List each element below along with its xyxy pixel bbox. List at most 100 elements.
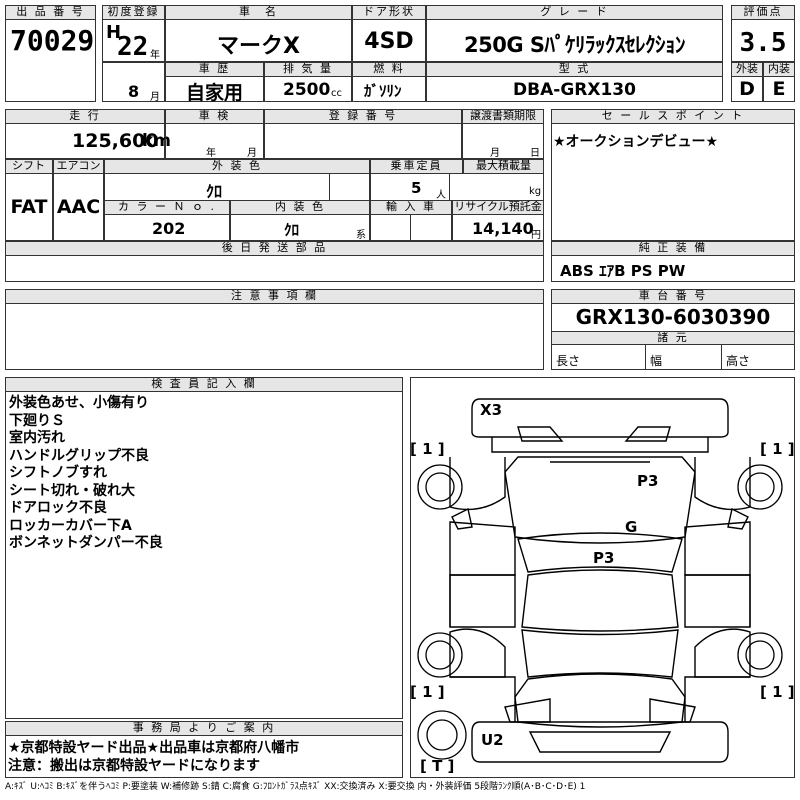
- overall-score: 3.5: [739, 28, 787, 58]
- office-notes-header: 事 務 局 よ り ご 案 内: [5, 721, 403, 736]
- inspector-note: ハンドルグリップ不良: [9, 447, 149, 464]
- chassis-number-header: 車 台 番 号: [551, 289, 795, 304]
- inspection-year-unit: 年: [206, 148, 216, 159]
- inspection-month-unit: 月: [247, 148, 257, 159]
- roof: [521, 569, 679, 632]
- inspector-note: ドアロック不良: [9, 500, 107, 516]
- rear-fender-right: [694, 628, 751, 678]
- registration-number-box: [264, 123, 462, 159]
- exterior-color-extra-box: [329, 173, 370, 201]
- tire-rear-right-rating: [ 1 ]: [760, 683, 795, 701]
- month-unit: 月: [150, 92, 160, 103]
- aircon-type: AAC: [56, 196, 101, 218]
- rear-plate-area: [528, 731, 672, 753]
- car-name-header: 車 名: [165, 5, 352, 20]
- wheel-rear-right: [737, 632, 783, 678]
- inspector-note: 室内汚れ: [9, 430, 65, 446]
- inspector-note: 外装色あせ、小傷有り: [9, 395, 149, 411]
- max-load-header: 最大積載量: [463, 159, 544, 174]
- office-note: 注意：搬出は京都特設ヤードになります: [8, 758, 260, 774]
- grade: 250G Sﾊﾟｹﾘﾗｯｸｽｾﾚｸｼｮﾝ: [463, 33, 686, 57]
- spare-hub: [426, 719, 458, 751]
- interior-color-box: [230, 214, 370, 241]
- transfer-day-unit: 日: [530, 148, 540, 159]
- exterior-color-header: 外 装 色: [104, 159, 370, 174]
- interior-color-unit: 系: [356, 230, 366, 241]
- displacement-unit: cc: [331, 88, 342, 99]
- headlight-right: [624, 426, 671, 442]
- door-type-header: ドア形状: [352, 5, 426, 20]
- aircon-header: エアコン: [53, 159, 104, 174]
- inspector-note: 下廻りＳ: [9, 412, 65, 429]
- taillight-right: [649, 698, 696, 723]
- inspector-note: シフトノブすれ: [9, 465, 107, 481]
- inspection-header: 車 検: [165, 109, 264, 124]
- inspector-note: シート切れ・破れ大: [9, 482, 135, 499]
- rear-fender-left: [449, 628, 506, 678]
- spare-tire-rating: [ T ]: [420, 757, 455, 775]
- registration-number-header: 登 録 番 号: [264, 109, 462, 124]
- front-door-right: [684, 521, 751, 576]
- capacity-header: 乗車定員: [370, 159, 463, 174]
- fuel-header: 燃 料: [352, 62, 426, 77]
- car-name: マークX: [217, 34, 300, 59]
- front-fender-left: [449, 457, 506, 511]
- tire-front-right-rating: [ 1 ]: [760, 440, 795, 458]
- office-note: ★京都特設ヤード出品★出品車は京都府八幡市: [8, 740, 300, 756]
- damage-mark-hood: P3: [637, 472, 659, 490]
- wheel-rear-left: [417, 632, 463, 678]
- lot-number-header: 出 品 番 号: [5, 5, 96, 20]
- recycle-fee: 14,140: [472, 219, 534, 238]
- shift-type: FAT: [10, 196, 48, 218]
- inspector-note: ロッカーカバー下A: [9, 517, 132, 534]
- damage-mark-roof: P3: [593, 549, 615, 567]
- height-label: 高さ: [726, 354, 751, 368]
- damage-legend: A:ｷｽﾞ U:ﾍｺﾐ B:ｷｽﾞを伴うﾍｺﾐ P:要塗装 W:補修跡 S:錆 …: [5, 782, 586, 792]
- caution-box: [5, 303, 544, 370]
- rear-bumper: [471, 721, 729, 763]
- door-type: 4SD: [364, 29, 414, 54]
- wheel-front-left: [417, 464, 463, 510]
- mileage-header: 走 行: [5, 109, 165, 124]
- genuine-equipment: ABS ｴｱB PS PW: [560, 262, 686, 280]
- caution-header: 注 意 事 項 欄: [5, 289, 544, 304]
- color-number: 202: [152, 219, 186, 238]
- import-box-right: [410, 214, 452, 241]
- max-load-unit: kg: [529, 186, 542, 197]
- sales-point-text: ★オークションデビュー★: [553, 134, 719, 150]
- front-fender-right: [694, 457, 751, 511]
- first-registration-year: 22: [117, 32, 149, 62]
- car-outline: [449, 398, 751, 763]
- width-label: 幅: [650, 354, 663, 368]
- rear-door-right: [684, 574, 751, 628]
- recycle-fee-unit: 円: [531, 230, 541, 241]
- shift-header: シフト: [5, 159, 53, 174]
- import-box-left: [370, 214, 411, 241]
- headlight-left: [517, 426, 564, 442]
- fuel-type: ｶﾞｿﾘﾝ: [364, 82, 402, 100]
- interior-color: ｸﾛ: [284, 221, 300, 239]
- office-notes-list: ★京都特設ヤード出品★出品車は京都府八幡市 注意：搬出は京都特設ヤードになります: [8, 739, 402, 775]
- damage-mark-rear: U2: [481, 731, 504, 749]
- front-grille: [491, 437, 709, 453]
- year-unit: 年: [150, 50, 160, 61]
- displacement-header: 排 気 量: [264, 62, 352, 77]
- quarter-left: [450, 676, 516, 722]
- damage-mark-front-bumper: X3: [480, 401, 503, 419]
- length-label: 長さ: [556, 354, 581, 368]
- capacity: 5: [411, 179, 422, 197]
- interior-color-header: 内 装 色: [230, 200, 370, 215]
- interior-score: E: [772, 78, 786, 100]
- genuine-equipment-header: 純 正 装 備: [551, 241, 795, 256]
- inspector-notes-list: 外装色あせ、小傷有り 下廻りＳ 室内汚れ ハンドルグリップ不良 シフトノブすれ …: [9, 395, 399, 553]
- chassis-number: GRX130-6030390: [575, 305, 771, 329]
- interior-score-header: 内装: [763, 62, 795, 77]
- hood: [504, 456, 696, 544]
- inspector-note: ボンネットダンパー不良: [9, 535, 163, 551]
- later-parts-box: [5, 255, 544, 282]
- spec-header: 諸 元: [551, 331, 795, 345]
- front-door-left: [449, 521, 516, 576]
- sales-point-header: セ ー ル ス ポ イ ン ト: [551, 109, 795, 124]
- displacement: 2500: [283, 80, 331, 100]
- capacity-unit: 人: [436, 190, 446, 201]
